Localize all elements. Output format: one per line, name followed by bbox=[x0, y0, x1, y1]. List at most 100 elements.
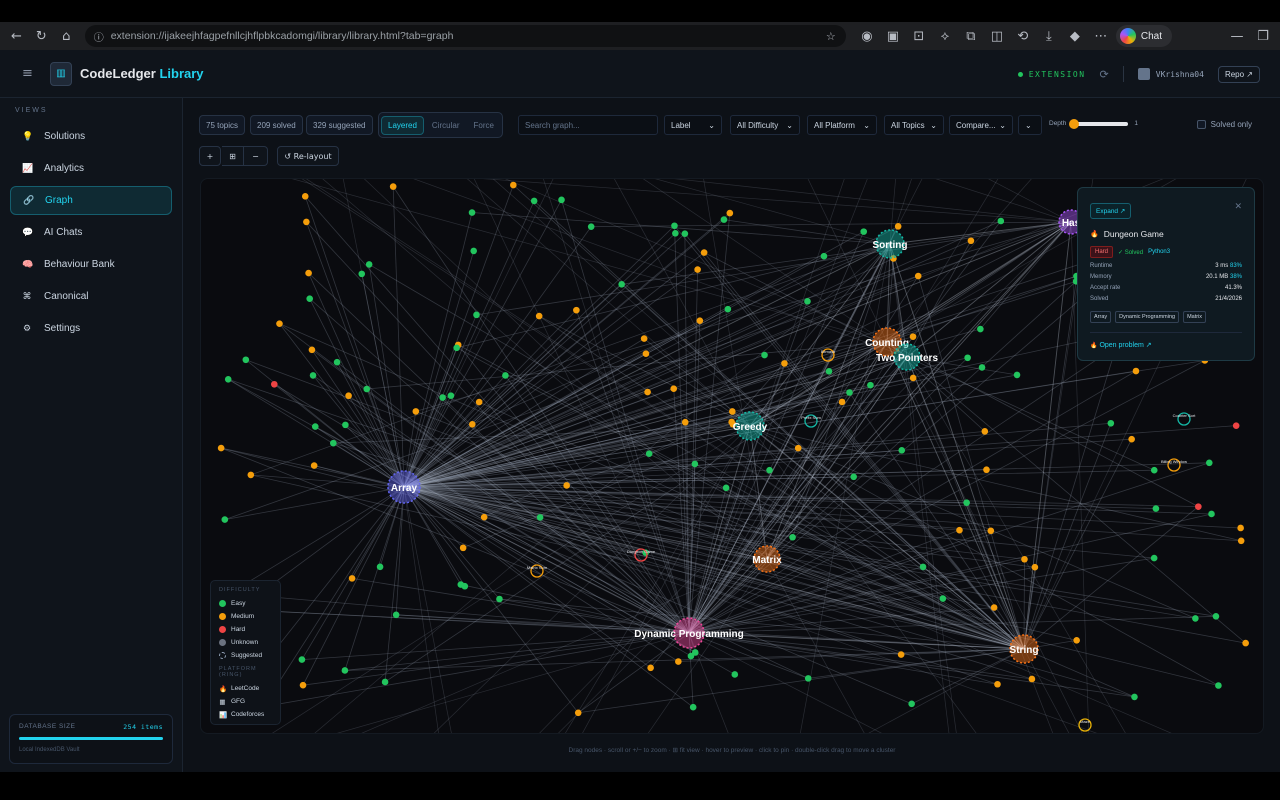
problem-node[interactable] bbox=[977, 325, 984, 333]
problem-node[interactable] bbox=[781, 360, 788, 367]
problem-node[interactable] bbox=[1237, 537, 1245, 545]
problem-node[interactable] bbox=[867, 381, 874, 389]
problem-node[interactable] bbox=[820, 252, 828, 260]
sidebar-item-analytics[interactable]: 📈 Analytics bbox=[10, 154, 172, 183]
problem-node[interactable] bbox=[939, 595, 947, 602]
extension-icon[interactable]: ⊡ bbox=[908, 25, 930, 47]
star-icon[interactable]: ☆ bbox=[824, 25, 838, 47]
problem-node[interactable] bbox=[217, 444, 225, 452]
layout-force[interactable]: Force bbox=[467, 117, 499, 134]
problem-node[interactable] bbox=[333, 358, 341, 366]
problem-node[interactable] bbox=[303, 218, 310, 226]
repo-button[interactable]: Repo ↗ bbox=[1217, 65, 1260, 83]
problem-node[interactable] bbox=[535, 312, 543, 320]
problem-node[interactable] bbox=[720, 216, 728, 223]
problem-node[interactable] bbox=[981, 428, 989, 435]
problem-node[interactable] bbox=[761, 351, 768, 359]
problem-node[interactable] bbox=[330, 439, 337, 447]
sidebar-item-graph[interactable]: 🔗 Graph bbox=[10, 186, 172, 215]
address-bar[interactable]: ⓘ extension://ijakeejhfagpefnllcjhflpbkc… bbox=[84, 25, 846, 47]
problem-node[interactable] bbox=[670, 385, 678, 392]
problem-node[interactable] bbox=[1107, 419, 1115, 427]
problem-node[interactable] bbox=[1028, 675, 1036, 683]
problem-node[interactable] bbox=[691, 460, 699, 468]
problem-node[interactable] bbox=[1073, 637, 1080, 644]
difficulty-select[interactable]: All Difficulty ⌄ bbox=[730, 115, 800, 135]
problem-node[interactable] bbox=[675, 658, 682, 665]
problem-node[interactable] bbox=[640, 335, 648, 342]
back-icon[interactable]: ← bbox=[6, 25, 27, 47]
problem-node[interactable] bbox=[480, 513, 488, 521]
fit-view-button[interactable]: ⊞ bbox=[222, 146, 244, 166]
more-icon[interactable]: ⋯ bbox=[1090, 25, 1112, 47]
problem-node[interactable] bbox=[365, 261, 373, 268]
zoom-out-button[interactable]: − bbox=[244, 146, 268, 166]
minimize-icon[interactable]: — bbox=[1226, 25, 1248, 47]
problem-node[interactable] bbox=[459, 544, 467, 552]
problem-node[interactable] bbox=[1132, 367, 1140, 375]
menu-icon[interactable]: ≡ bbox=[22, 66, 36, 81]
problem-node[interactable] bbox=[470, 247, 478, 255]
topic-tag[interactable]: Array bbox=[1090, 311, 1112, 323]
problem-node[interactable] bbox=[348, 575, 356, 582]
problem-node[interactable] bbox=[510, 181, 517, 189]
problem-node[interactable] bbox=[563, 482, 570, 489]
problem-node[interactable] bbox=[908, 700, 915, 708]
depth-slider[interactable] bbox=[1069, 118, 1129, 129]
graph-canvas[interactable]: Dungeon Game Matrix Sum Bitmask Prefix Sum C… bbox=[200, 178, 1264, 734]
problem-node[interactable] bbox=[530, 197, 538, 205]
problem-node[interactable] bbox=[1013, 371, 1021, 379]
problem-node[interactable] bbox=[358, 270, 366, 278]
problem-node[interactable] bbox=[696, 317, 704, 325]
problem-node[interactable] bbox=[558, 196, 565, 204]
problem-node[interactable] bbox=[1205, 459, 1213, 467]
problem-node[interactable] bbox=[794, 444, 802, 452]
problem-node[interactable] bbox=[468, 209, 476, 216]
problem-node[interactable] bbox=[376, 563, 384, 571]
layout-layered[interactable]: Layered bbox=[381, 115, 424, 135]
problem-node[interactable] bbox=[963, 499, 970, 506]
compare-target-select[interactable]: ⌄ bbox=[1018, 115, 1042, 135]
problem-node[interactable] bbox=[221, 516, 229, 523]
problem-node[interactable] bbox=[700, 249, 708, 256]
problem-node[interactable] bbox=[804, 675, 812, 682]
extension-icon[interactable]: ⟡ bbox=[934, 25, 956, 47]
problem-node[interactable] bbox=[305, 269, 312, 277]
problem-node[interactable] bbox=[502, 372, 509, 379]
refresh-icon[interactable]: ⟳ bbox=[1100, 68, 1109, 81]
problem-node[interactable] bbox=[309, 372, 317, 379]
problem-node[interactable] bbox=[964, 354, 971, 362]
problem-node[interactable] bbox=[850, 473, 857, 481]
restore-icon[interactable]: ❐ bbox=[1252, 25, 1274, 47]
problem-node[interactable] bbox=[997, 217, 1005, 225]
slider-thumb[interactable] bbox=[1069, 118, 1080, 129]
problem-node[interactable] bbox=[342, 421, 349, 429]
problem-node[interactable] bbox=[587, 223, 595, 230]
problem-node[interactable] bbox=[1131, 693, 1138, 701]
problem-node[interactable] bbox=[846, 389, 853, 396]
problem-node[interactable] bbox=[381, 678, 389, 686]
problem-node[interactable] bbox=[1215, 682, 1222, 689]
sidebar-item-canonical[interactable]: ⌘ Canonical bbox=[10, 282, 172, 311]
problem-node[interactable] bbox=[298, 656, 306, 663]
problem-node[interactable] bbox=[726, 209, 734, 217]
home-icon[interactable]: ⌂ bbox=[56, 25, 77, 47]
problem-node[interactable] bbox=[1212, 612, 1220, 620]
sidebar-item-behaviour-bank[interactable]: 🧠 Behaviour Bank bbox=[10, 250, 172, 279]
problem-node[interactable] bbox=[468, 421, 476, 428]
history-icon[interactable]: ⟲ bbox=[1012, 25, 1034, 47]
problem-node[interactable] bbox=[804, 298, 811, 305]
problem-node[interactable] bbox=[956, 526, 963, 534]
extension-icon[interactable]: ◉ bbox=[856, 25, 878, 47]
problem-node[interactable] bbox=[439, 394, 446, 401]
problem-node[interactable] bbox=[392, 611, 400, 619]
user-badge[interactable]: VKrishna04 bbox=[1137, 68, 1204, 80]
problem-node[interactable] bbox=[789, 533, 796, 541]
topics-select[interactable]: All Topics ⌄ bbox=[884, 115, 944, 135]
split-icon[interactable]: ◫ bbox=[986, 25, 1008, 47]
problem-node[interactable] bbox=[270, 380, 278, 388]
problem-node[interactable] bbox=[967, 237, 975, 245]
problem-node[interactable] bbox=[1150, 554, 1158, 562]
problem-node[interactable] bbox=[311, 423, 319, 430]
problem-node[interactable] bbox=[308, 346, 316, 354]
